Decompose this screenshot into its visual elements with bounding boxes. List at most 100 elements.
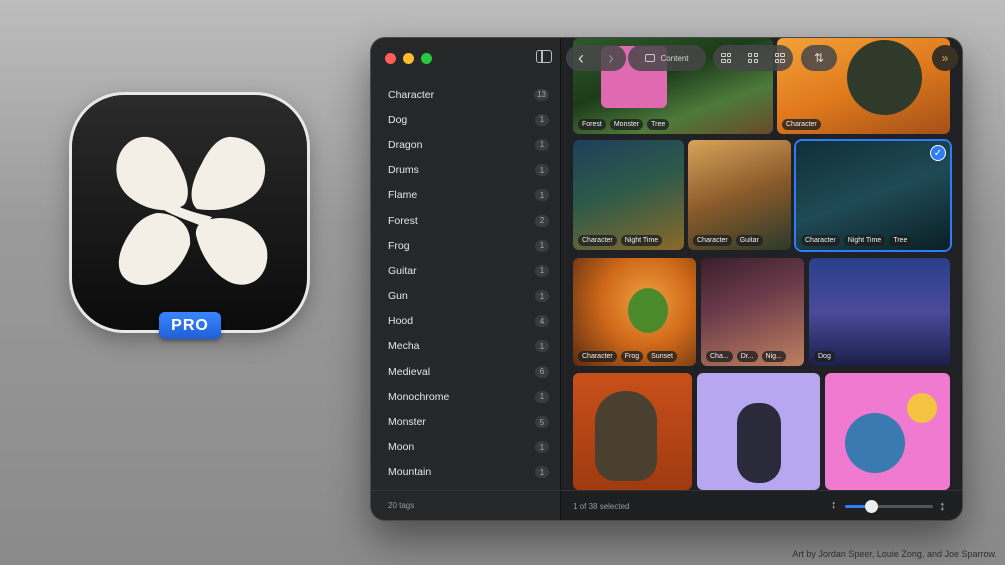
sidebar-item-monster[interactable]: Monster 5: [371, 409, 561, 434]
tag-count: 1: [535, 340, 549, 353]
forward-button[interactable]: ›: [608, 48, 614, 69]
sidebar-item-dragon[interactable]: Dragon 1: [371, 132, 561, 157]
sort-button[interactable]: ⇅: [801, 45, 837, 71]
sidebar-item-frog[interactable]: Frog 1: [371, 233, 561, 258]
sidebar: Character 13 Dog 1 Dragon 1 Drums 1 Flame 1 F…: [371, 38, 561, 520]
content-button[interactable]: Content: [628, 45, 706, 71]
tile-tag: Night Time: [620, 235, 663, 246]
tag-count: 1: [535, 164, 549, 177]
app-icon: [72, 95, 307, 330]
tile-tags: Dog: [814, 351, 945, 362]
tile-tag: Character: [578, 235, 617, 246]
art-credit: Art by Jordan Speer, Louie Zong, and Joe…: [792, 549, 997, 559]
image-tile[interactable]: Character Guitar: [688, 140, 791, 250]
tag-label: Monster: [388, 416, 426, 429]
tag-count: 1: [535, 264, 549, 277]
tile-tag: Character: [693, 235, 732, 246]
tag-count: 4: [535, 315, 549, 328]
tile-tag: Frog: [620, 351, 644, 362]
grid-small-icon[interactable]: [774, 53, 785, 63]
logo-icon: [116, 136, 268, 286]
tag-label: Dragon: [388, 138, 423, 151]
image-tile[interactable]: Character Night Time: [573, 140, 684, 250]
tile-tag: Forest: [578, 119, 606, 130]
tag-label: Moon: [388, 441, 415, 454]
tile-tag: Sunset: [647, 351, 677, 362]
enlarge-icon: ↕: [939, 498, 946, 513]
sidebar-item-monochrome[interactable]: Monochrome 1: [371, 384, 561, 409]
sidebar-item-hood[interactable]: Hood 4: [371, 309, 561, 334]
tag-label: Mountain: [388, 466, 432, 479]
back-button[interactable]: ‹: [578, 48, 584, 69]
zoom-slider[interactable]: [845, 500, 933, 513]
tag-label: Frog: [388, 239, 410, 252]
machine-shape: [845, 413, 905, 473]
app-window: Character 13 Dog 1 Dragon 1 Drums 1 Flame 1 F…: [371, 38, 962, 520]
tile-tags: Character Guitar: [693, 235, 786, 246]
tag-count: 1: [535, 390, 549, 403]
zoom-button[interactable]: [421, 53, 432, 64]
sidebar-toggle-icon[interactable]: [536, 50, 552, 63]
tag-label: Drums: [388, 164, 419, 177]
checkmark-icon[interactable]: ✓: [930, 145, 946, 161]
image-grid: Forest Monster Tree Character Character …: [561, 38, 962, 520]
tag-label: Guitar: [388, 264, 417, 277]
sidebar-item-gun[interactable]: Gun 1: [371, 284, 561, 309]
image-tile-selected[interactable]: ✓ Character Night Time Tree: [796, 141, 950, 250]
sidebar-item-guitar[interactable]: Guitar 1: [371, 258, 561, 283]
image-tile[interactable]: [697, 373, 820, 490]
tag-count: 13: [534, 88, 549, 101]
sort-icon: ⇅: [813, 51, 825, 65]
tile-tags: Forest Monster Tree: [578, 119, 768, 130]
tag-count: 1: [535, 441, 549, 454]
image-tile[interactable]: Character Frog Sunset: [573, 258, 696, 366]
sidebar-item-drums[interactable]: Drums 1: [371, 158, 561, 183]
image-tile[interactable]: Cha... Dr... Nig...: [701, 258, 804, 366]
tile-tag: Character: [801, 235, 840, 246]
traffic-lights: [385, 53, 432, 64]
tile-tags: Character Night Time: [578, 235, 679, 246]
sidebar-item-mountain[interactable]: Mountain 1: [371, 460, 561, 485]
sidebar-item-character[interactable]: Character 13: [371, 82, 561, 107]
image-tile[interactable]: Dog: [809, 258, 950, 366]
sidebar-item-medieval[interactable]: Medieval 6: [371, 359, 561, 384]
tag-count: 1: [535, 138, 549, 151]
frog-shape: [628, 288, 668, 333]
zoom-slider-knob[interactable]: [865, 500, 879, 513]
sidebar-item-flame[interactable]: Flame 1: [371, 183, 561, 208]
tag-count: 5: [535, 416, 549, 429]
tag-count: 1: [535, 466, 549, 479]
tag-label: Mecha: [388, 340, 420, 353]
character-shape: [907, 393, 937, 423]
sidebar-item-mecha[interactable]: Mecha 1: [371, 334, 561, 359]
view-mode-group: [713, 45, 793, 71]
character-shape: [737, 403, 781, 483]
tag-list: Character 13 Dog 1 Dragon 1 Drums 1 Flame 1 F…: [371, 82, 561, 485]
tag-count: 1: [535, 189, 549, 202]
sidebar-item-forest[interactable]: Forest 2: [371, 208, 561, 233]
tag-label: Character: [388, 88, 435, 101]
tag-count: 6: [535, 365, 549, 378]
tag-count: 2: [535, 214, 549, 227]
tile-tag: Guitar: [735, 235, 763, 246]
toolbar: ‹ › Content ⇅ »: [566, 42, 958, 74]
tag-label: Hood: [388, 315, 414, 328]
tile-tag: Monster: [609, 119, 644, 130]
expand-button[interactable]: »: [932, 45, 958, 71]
tile-tag: Dr...: [736, 351, 758, 362]
tag-count: 1: [535, 290, 549, 303]
close-button[interactable]: [385, 53, 396, 64]
sidebar-item-dog[interactable]: Dog 1: [371, 107, 561, 132]
tag-count: 1: [535, 239, 549, 252]
image-tile[interactable]: [825, 373, 950, 490]
shrink-icon: ↕: [831, 499, 837, 511]
minimize-button[interactable]: [403, 53, 414, 64]
grid-large-icon[interactable]: [721, 53, 732, 63]
tile-tag: Nig...: [761, 351, 786, 362]
folder-icon: [645, 54, 656, 62]
image-tile[interactable]: [573, 373, 692, 490]
grid-medium-icon[interactable]: [747, 53, 758, 63]
tile-tag: Tree: [889, 235, 912, 246]
tile-tag: Cha...: [706, 351, 733, 362]
sidebar-item-moon[interactable]: Moon 1: [371, 435, 561, 460]
